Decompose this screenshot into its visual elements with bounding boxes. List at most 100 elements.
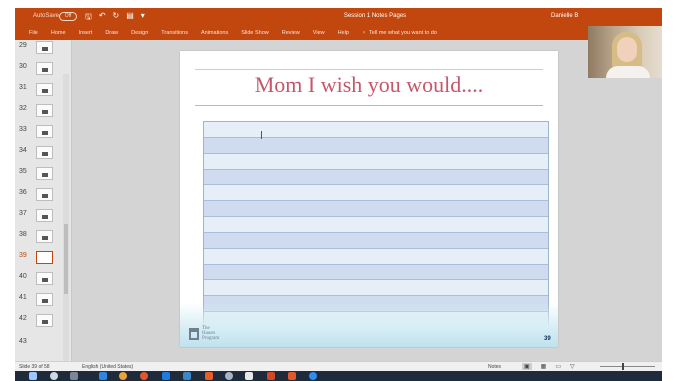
notes-button[interactable]: Notes	[488, 364, 501, 370]
slide-divider-bottom	[195, 105, 543, 106]
tab-design[interactable]: Design	[131, 30, 148, 36]
tab-transitions[interactable]: Transitions	[161, 30, 188, 36]
writing-line	[204, 201, 548, 218]
thumbnail-slide[interactable]: 29	[19, 40, 63, 58]
redo-icon[interactable]: ↻	[113, 11, 120, 25]
thumbnail-slide[interactable]: 37	[19, 208, 63, 226]
thumbnail-slide[interactable]: 32	[19, 103, 63, 121]
edge-icon[interactable]	[99, 372, 107, 380]
thumbnail-number: 41	[19, 294, 27, 301]
thumbnails-scrollbar[interactable]	[63, 74, 69, 381]
tab-draw[interactable]: Draw	[105, 30, 118, 36]
save-icon[interactable]: 🖫	[85, 11, 92, 25]
wave-background	[180, 303, 558, 347]
autosave-label: AutoSave	[33, 13, 60, 19]
slideshow-view-icon[interactable]: ▽	[570, 363, 575, 370]
writing-lines[interactable]	[203, 121, 549, 329]
thumbnail-number: 32	[19, 105, 27, 112]
undo-icon[interactable]: ↶	[99, 11, 106, 25]
slide-divider-top	[195, 69, 543, 70]
task-view-icon[interactable]	[70, 372, 78, 380]
tab-insert[interactable]: Insert	[79, 30, 93, 36]
writing-line	[204, 122, 548, 138]
thumbnail-number: 29	[19, 42, 27, 49]
thumbnail-image	[36, 125, 53, 138]
reading-view-icon[interactable]: ▭	[555, 363, 561, 370]
search-icon[interactable]	[50, 372, 58, 380]
tab-slide-show[interactable]: Slide Show	[241, 30, 269, 36]
thumbnail-image	[36, 62, 53, 75]
windows-taskbar	[15, 371, 662, 381]
document-title: Session 1 Notes Pages	[343, 13, 407, 19]
thumbnail-slide[interactable]: 43	[19, 336, 63, 354]
thumbnail-slide[interactable]: 34	[19, 145, 63, 163]
writing-line	[204, 169, 548, 186]
thumbnail-number: 37	[19, 210, 27, 217]
scrollbar-thumb[interactable]	[64, 224, 68, 294]
thumbnail-number: 38	[19, 231, 27, 238]
thumbnail-image	[36, 272, 53, 285]
writing-line	[204, 232, 548, 249]
thumbnail-slide[interactable]: 38	[19, 229, 63, 247]
thumbnail-slide[interactable]: 41	[19, 292, 63, 310]
thumbnail-slide[interactable]: 35	[19, 166, 63, 184]
file-explorer-icon[interactable]	[183, 372, 191, 380]
tab-home[interactable]: Home	[51, 30, 66, 36]
language-indicator[interactable]: English (United States)	[82, 364, 133, 370]
slide-sorter-icon[interactable]: ▦	[541, 363, 547, 370]
logo-mark-icon	[189, 327, 199, 340]
tab-file[interactable]: File	[29, 30, 38, 36]
thumbnail-slide[interactable]: 40	[19, 271, 63, 289]
autosave-toggle[interactable]: Off	[59, 12, 77, 21]
tab-help[interactable]: Help	[338, 30, 349, 36]
slide-thumbnails-pane: 29 30 31 32 33 34 35 36 37 38 39 40 41 4…	[15, 40, 72, 381]
user-name[interactable]: Danielle B	[551, 13, 578, 19]
thumbnail-number: 42	[19, 315, 27, 322]
tell-me-box[interactable]: ♀ Tell me what you want to do	[362, 30, 437, 36]
app-icon-3[interactable]	[309, 372, 317, 380]
customize-icon[interactable]: ▾	[141, 11, 145, 25]
thumbnail-number: 40	[19, 273, 27, 280]
zoom-slider[interactable]	[600, 363, 655, 370]
thumbnail-image	[36, 314, 53, 327]
logo-text: The Hauen Program	[202, 326, 220, 341]
thumbnail-number: 39	[19, 252, 27, 259]
program-logo: The Hauen Program	[189, 326, 219, 341]
app-icon-2[interactable]	[245, 372, 253, 380]
thumbnail-number: 35	[19, 168, 27, 175]
webcam-overlay	[588, 26, 662, 78]
current-slide[interactable]: Mom I wish you would.... The Hauen Progr…	[180, 51, 558, 347]
zoom-slider-thumb[interactable]	[622, 363, 624, 370]
thumbnail-slide[interactable]: 30	[19, 61, 63, 79]
slide-heading[interactable]: Mom I wish you would....	[180, 72, 558, 98]
thumbnail-number: 43	[19, 338, 27, 345]
writing-line	[204, 153, 548, 170]
tab-review[interactable]: Review	[282, 30, 300, 36]
slide-count: Slide 39 of 58	[19, 364, 50, 370]
settings-icon[interactable]	[225, 372, 233, 380]
thumbnail-slide[interactable]: 42	[19, 313, 63, 331]
chrome-icon[interactable]	[119, 372, 127, 380]
thumbnail-number: 34	[19, 147, 27, 154]
thumbnail-slide[interactable]: 36	[19, 187, 63, 205]
thumbnail-slide-selected[interactable]: 39	[19, 250, 63, 268]
thumbnail-number: 36	[19, 189, 27, 196]
thumbnail-image	[36, 188, 53, 201]
tab-view[interactable]: View	[313, 30, 325, 36]
quick-access-toolbar: 🖫 ↶ ↻ ▤ ▾	[85, 11, 145, 25]
present-icon[interactable]: ▤	[126, 11, 134, 25]
thumbnail-slide[interactable]: 31	[19, 82, 63, 100]
normal-view-icon[interactable]: ▣	[522, 363, 532, 370]
title-bar: AutoSave Off 🖫 ↶ ↻ ▤ ▾ Session 1 Notes P…	[15, 8, 662, 26]
office-icon[interactable]	[288, 372, 296, 380]
start-icon[interactable]	[29, 372, 37, 380]
writing-line	[204, 137, 548, 154]
powerpoint-icon[interactable]	[267, 372, 275, 380]
firefox-icon[interactable]	[140, 372, 148, 380]
thumbnail-slide[interactable]: 33	[19, 124, 63, 142]
thumbnail-number: 31	[19, 84, 27, 91]
outlook-icon[interactable]	[162, 372, 170, 380]
tab-animations[interactable]: Animations	[201, 30, 228, 36]
app-icon[interactable]	[205, 372, 213, 380]
powerpoint-window: AutoSave Off 🖫 ↶ ↻ ▤ ▾ Session 1 Notes P…	[15, 8, 662, 381]
